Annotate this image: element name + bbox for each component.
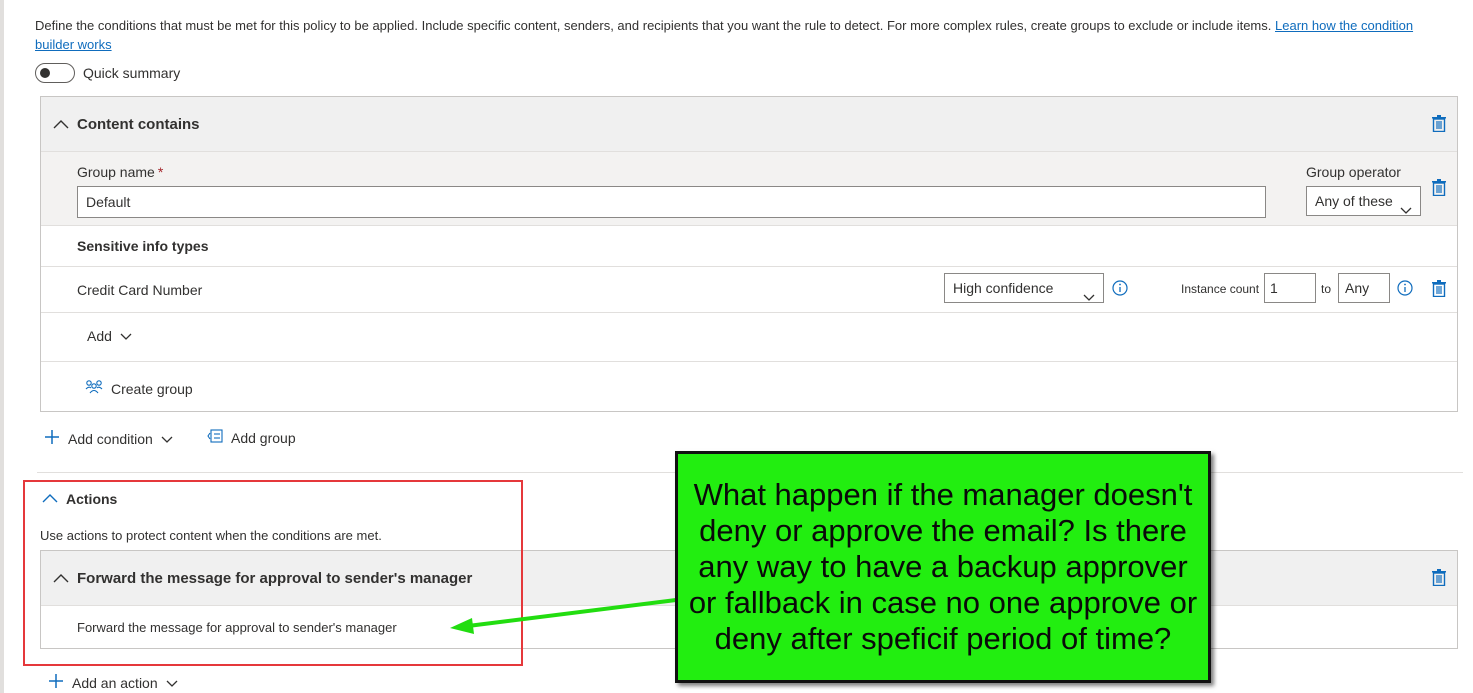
chevron-down-icon [166, 675, 178, 691]
quick-summary-label: Quick summary [83, 65, 181, 81]
group-name-label: Group name * [77, 164, 163, 180]
group-name-label-text: Group name [77, 164, 155, 180]
instance-to-label: to [1321, 282, 1332, 296]
chevron-up-icon[interactable] [53, 117, 69, 131]
chevron-down-icon [161, 431, 173, 447]
delete-group-icon[interactable] [1432, 179, 1446, 196]
info-icon[interactable] [1112, 280, 1128, 296]
group-operator-label: Group operator [1306, 164, 1401, 180]
instance-min-input[interactable]: 1 [1264, 273, 1316, 303]
plus-icon [44, 429, 60, 448]
add-action-button[interactable]: Add an action [48, 673, 178, 692]
chevron-down-icon [1083, 283, 1095, 301]
add-condition-label: Add condition [68, 430, 153, 447]
annotation-callout: What happen if the manager doesn't deny … [675, 451, 1211, 683]
instance-max-input[interactable]: Any [1338, 273, 1390, 303]
content-contains-title: Content contains [77, 115, 200, 133]
group-operator-select[interactable]: Any of these [1306, 186, 1421, 216]
group-operator-value: Any of these [1315, 193, 1393, 209]
delete-info-type-icon[interactable] [1432, 280, 1446, 297]
add-group-button[interactable]: Add group [207, 429, 296, 446]
required-marker: * [157, 164, 164, 180]
create-group-button[interactable]: Create group [85, 379, 193, 398]
people-group-icon [85, 379, 103, 398]
add-info-type-button[interactable]: Add [87, 328, 132, 344]
confidence-select[interactable]: High confidence [944, 273, 1104, 303]
divider [41, 266, 1457, 267]
annotation-arrow [450, 598, 677, 634]
content-contains-header[interactable]: Content contains [41, 97, 1457, 152]
group-settings: Group name * Default Group operator Any o… [41, 152, 1457, 226]
info-icon[interactable] [1397, 280, 1413, 296]
create-group-label: Create group [111, 380, 193, 397]
confidence-value: High confidence [953, 280, 1054, 296]
add-action-label: Add an action [72, 674, 158, 691]
group-name-input[interactable]: Default [77, 186, 1266, 218]
delete-condition-icon[interactable] [1432, 115, 1446, 132]
sensitive-info-types-title: Sensitive info types [77, 238, 209, 254]
divider [41, 312, 1457, 313]
instance-count-label: Instance count [1181, 282, 1260, 296]
add-condition-button[interactable]: Add condition [44, 429, 173, 448]
chevron-down-icon [120, 328, 132, 344]
quick-summary-toggle[interactable] [35, 63, 75, 83]
chevron-down-icon [1400, 196, 1412, 214]
add-group-label: Add group [231, 429, 296, 446]
plus-icon [48, 673, 64, 692]
add-label: Add [87, 328, 112, 344]
quick-summary-row: Quick summary [35, 62, 180, 84]
info-type-name: Credit Card Number [77, 282, 203, 298]
delete-action-icon[interactable] [1432, 569, 1446, 586]
add-group-icon [207, 429, 223, 446]
toggle-knob [40, 68, 50, 78]
intro-text: Define the conditions that must be met f… [35, 16, 1455, 54]
content-contains-panel: Content contains Group name * Default Gro… [40, 96, 1458, 412]
divider [41, 361, 1457, 362]
intro-description: Define the conditions that must be met f… [35, 18, 1275, 33]
left-border [0, 0, 4, 693]
